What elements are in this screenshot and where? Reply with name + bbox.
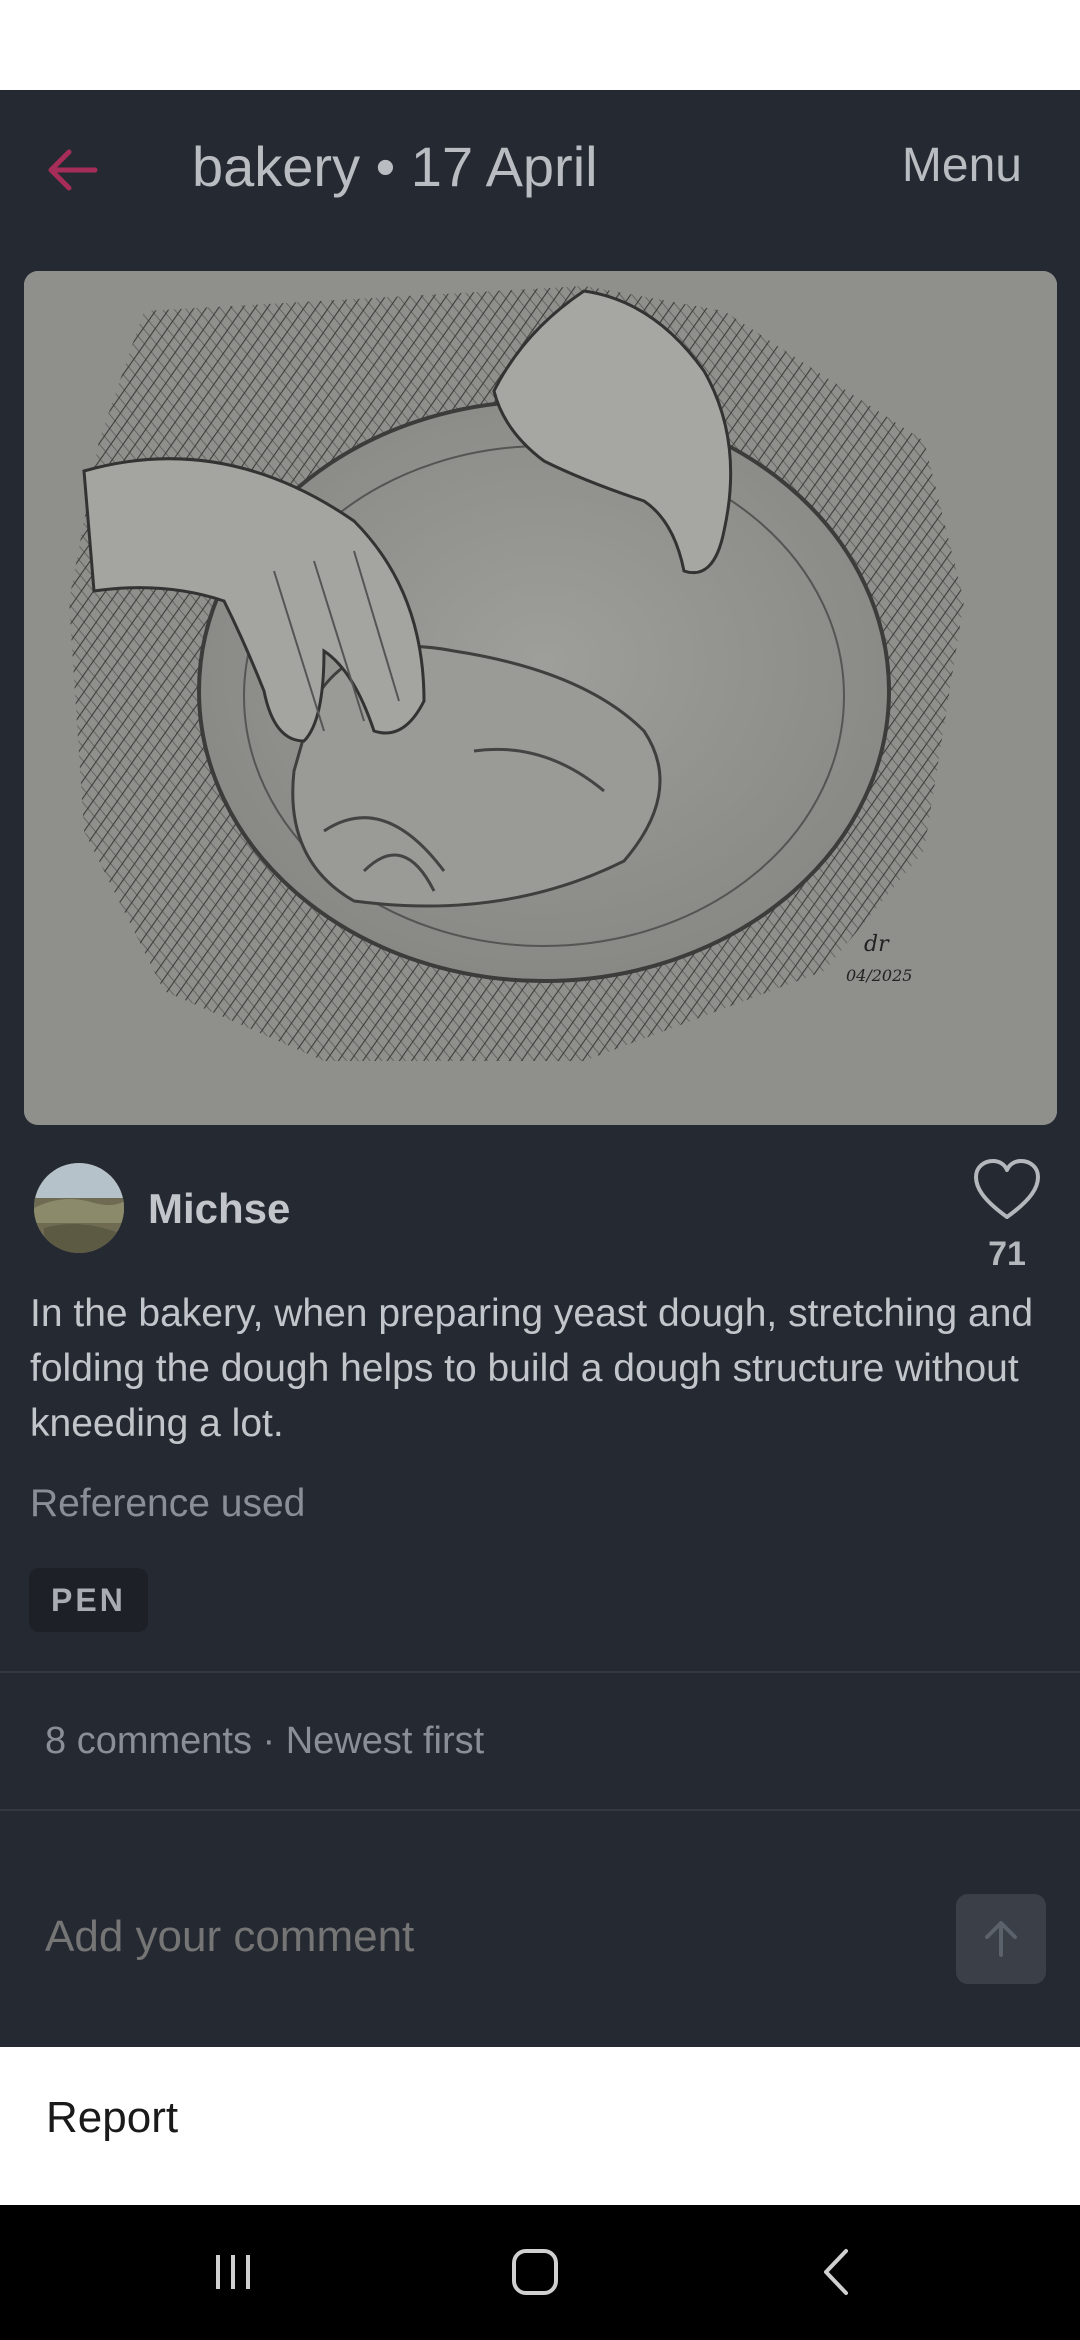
- arrow-up-icon: [985, 1921, 1017, 1957]
- post-description: In the bakery, when preparing yeast doug…: [30, 1292, 1034, 1445]
- divider: [0, 1671, 1080, 1673]
- home-button[interactable]: [490, 2237, 580, 2307]
- back-button[interactable]: [30, 130, 116, 210]
- dough-drawing: dr 04/2025: [24, 271, 1057, 1125]
- author-name[interactable]: Michse: [148, 1185, 290, 1233]
- heart-icon: [974, 1159, 1040, 1219]
- page-title: bakery • 17 April: [192, 135, 598, 198]
- comment-input[interactable]: [45, 1912, 925, 1962]
- recent-apps-icon: [216, 2255, 250, 2289]
- chevron-left-icon: [824, 2249, 848, 2295]
- reference-label: Reference used: [30, 1482, 306, 1525]
- home-icon: [512, 2249, 558, 2295]
- like-count: 71: [988, 1235, 1026, 1273]
- author-row: Michse 71: [0, 1159, 1080, 1273]
- send-comment-button[interactable]: [956, 1894, 1046, 1984]
- back-nav-button[interactable]: [792, 2237, 882, 2307]
- divider: [0, 1809, 1080, 1811]
- menu-button[interactable]: Menu: [902, 138, 1022, 193]
- svg-text:dr: dr: [864, 932, 890, 957]
- comments-summary[interactable]: 8 comments · Newest first: [45, 1720, 484, 1763]
- recent-apps-button[interactable]: [188, 2237, 278, 2307]
- artwork-image[interactable]: dr 04/2025: [24, 271, 1057, 1125]
- top-app-bar: bakery • 17 April Menu: [0, 90, 1080, 245]
- avatar[interactable]: [34, 1163, 124, 1253]
- artwork-signature: 04/2025: [846, 966, 912, 985]
- status-bar: [0, 0, 1080, 90]
- report-button[interactable]: Report: [46, 2093, 178, 2143]
- avatar-image: [34, 1163, 124, 1253]
- bottom-sheet: Report: [0, 2047, 1080, 2205]
- tag-pen[interactable]: PEN: [29, 1568, 148, 1632]
- system-navigation-bar: [0, 2205, 1080, 2340]
- post-screen: bakery • 17 April Menu dr 04/2025 Michse…: [0, 90, 1080, 2047]
- like-button[interactable]: [972, 1157, 1042, 1223]
- arrow-left-icon: [48, 149, 98, 191]
